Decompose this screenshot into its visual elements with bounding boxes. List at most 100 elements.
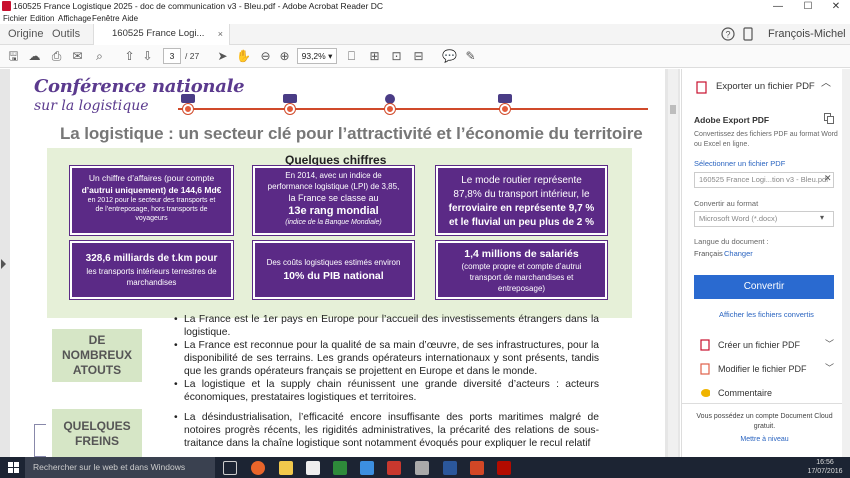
list-item: La logistique et la supply chain réuniss… [174,378,599,404]
format-select[interactable]: Microsoft Word (*.docx) [694,211,834,227]
box-line: les transports intérieurs terrestres de [86,267,217,276]
collapse-left-arrow-icon[interactable] [1,259,7,269]
upgrade-link[interactable]: Mettre à niveau [692,435,837,445]
read-mode-icon[interactable]: ⊟ [411,49,426,64]
document-viewport[interactable]: Conférence nationale sur la logistique L… [0,69,680,457]
plane-icon [283,94,297,103]
task-view-icon[interactable] [223,461,237,475]
side-label-line: FREINS [74,434,119,448]
search-icon[interactable]: ⌕ [92,49,107,64]
page-number-input[interactable]: 3 [163,48,181,64]
taskbar-search-input[interactable]: Rechercher sur le web et dans Windows [25,457,215,478]
zoom-select[interactable]: 93,2% ▾ [297,48,337,64]
tab-close-icon[interactable]: × [218,24,223,44]
convert-format-label: Convertir au format [694,199,759,208]
selected-file-field[interactable]: 160525 France Logi...tion v3 - Bleu.pdf [694,172,834,188]
box-line: Un chiffre d’affaires (pour compte [88,173,215,183]
figure-box-lpi: En 2014, avec un indice de performance l… [253,166,414,235]
timeline-dot [500,104,510,114]
clock-date: 17/07/2016 [807,468,843,475]
menu-fichier[interactable]: Fichier [3,13,27,24]
pdf-page: Conférence nationale sur la logistique L… [10,69,665,457]
scrollbar-thumb[interactable] [670,105,676,114]
conference-title: Conférence nationale [34,76,245,97]
cloud-upload-icon[interactable]: ☁ [27,49,42,64]
select-cursor-icon[interactable]: ➤ [215,49,230,64]
close-window-button[interactable]: ✕ [824,0,848,13]
dropbox-icon[interactable] [360,461,374,475]
fit-page-icon[interactable]: ⎕ [344,49,359,64]
zoom-out-icon[interactable]: ⊖ [258,49,273,64]
comment-icon[interactable]: 💬 [442,49,457,64]
export-header[interactable]: Exporter un fichier PDF [716,81,815,93]
menu-affichage[interactable]: Affichage [58,13,91,24]
box-line: entreposage) [497,284,546,293]
store-icon[interactable] [306,461,320,475]
cloud-account-text: Vous possédez un compte Document Cloud g… [696,413,833,430]
box-line: 1,4 millions de salariés [464,248,579,260]
tool-label: Créer un fichier PDF [718,340,801,350]
mobile-link-icon[interactable] [743,27,753,41]
previous-page-icon[interactable]: ⇧ [122,49,137,64]
acrobat-taskbar-icon[interactable] [497,461,511,475]
chevron-down-icon: ﹀ [825,363,835,373]
side-label-line: DE [88,333,106,347]
tab-bar: Origine Outils 160525 France Logi... × ?… [0,24,850,45]
full-screen-icon[interactable]: ⊡ [389,49,404,64]
user-name[interactable]: François-Michel [768,24,846,44]
system-clock[interactable]: 16:56 17/07/2016 [805,458,845,476]
email-icon[interactable]: ✉ [70,49,85,64]
help-icon[interactable]: ? [721,27,735,41]
word-icon[interactable] [443,461,457,475]
app-grey-icon[interactable] [415,461,429,475]
box-line: (compte propre et compte d’autrui [461,262,582,271]
highlight-pen-icon[interactable]: ✎ [463,49,478,64]
box-line: 13e rang mondial [288,205,379,217]
box-line: 328,6 milliards de t.km pour [85,253,218,264]
scroll-mode-icon[interactable]: ⊞ [367,49,382,64]
convert-button[interactable]: Convertir [694,275,834,299]
document-language-value: Français [694,249,723,258]
print-icon[interactable]: ⎙ [49,49,64,64]
timeline-dot [285,104,295,114]
right-tools-panel: Exporter un fichier PDF ︿ Adobe Export P… [681,69,850,457]
windows-start-icon[interactable] [8,462,19,473]
clear-file-icon[interactable]: ✕ [824,173,832,184]
bullet-list-atouts: La France est le 1er pays en Europe pour… [174,313,599,404]
box-line: 87,8% du transport intérieur, le [453,189,590,200]
change-language-link[interactable]: Changer [724,249,753,259]
firefox-icon[interactable] [251,461,265,475]
excel-icon[interactable] [333,461,347,475]
window-title: 160525 France Logistique 2025 - doc de c… [13,1,383,11]
selected-file-name: 160525 France Logi...tion v3 - Bleu.pdf [699,175,829,184]
minimize-button[interactable]: — [766,0,790,13]
tab-document[interactable]: 160525 France Logi... × [93,24,230,45]
next-page-icon[interactable]: ⇩ [140,49,155,64]
hand-tool-icon[interactable]: ✋ [236,49,251,64]
box-line: ferroviaire en représente 9,7 % [448,203,595,214]
tab-outils[interactable]: Outils [52,24,80,45]
file-explorer-icon[interactable] [279,461,293,475]
maximize-button[interactable]: ☐ [796,0,820,13]
document-language-label: Langue du document : [694,237,769,246]
panel-scrollbar[interactable] [842,69,850,457]
side-label-line: NOMBREUX [61,348,132,362]
menu-aide[interactable]: Aide [122,13,138,24]
app-red-icon[interactable] [387,461,401,475]
save-icon[interactable]: 🖫 [6,49,21,64]
chevron-down-icon: ▾ [820,213,825,222]
view-converted-files-link[interactable]: Afficher les fichiers convertis [719,310,814,320]
powerpoint-icon[interactable] [470,461,484,475]
bullet-list-freins: La désindustrialisation, l’efficacité en… [174,411,599,450]
copy-icon[interactable] [824,113,834,124]
zoom-in-icon[interactable]: ⊕ [277,49,292,64]
select-file-link[interactable]: Sélectionner un fichier PDF [694,159,785,169]
box-line: en 2012 pour le secteur des transports e… [87,197,216,204]
collapse-chevron-icon[interactable]: ︿ [821,79,831,89]
menu-edition[interactable]: Edition [30,13,54,24]
box-line: la France se classe au [288,193,379,203]
tab-origine[interactable]: Origine [8,24,43,45]
menu-fenetre[interactable]: Fenêtre [92,13,120,24]
side-label-freins: QUELQUES FREINS [52,409,142,457]
vertical-scrollbar[interactable] [668,69,678,457]
